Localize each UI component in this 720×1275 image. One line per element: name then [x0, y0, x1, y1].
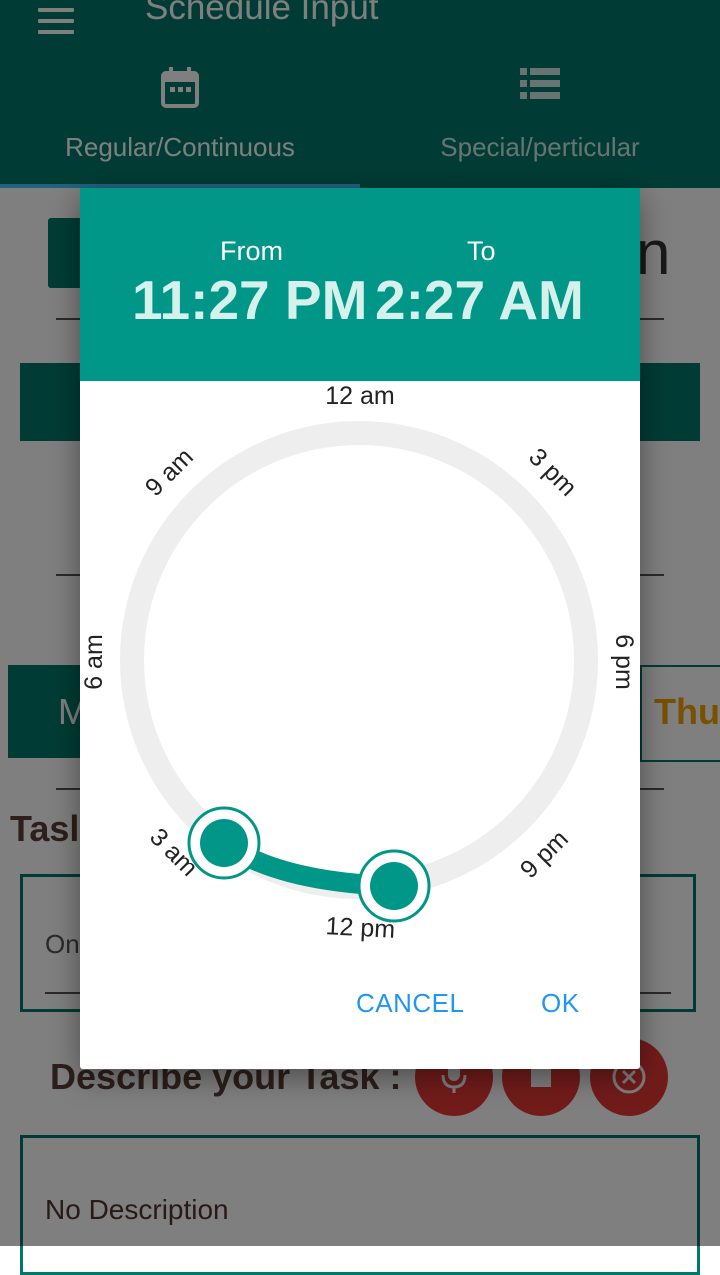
time-range-picker-dialog: From To 11:27 PM 2:27 AM 12 am 3 pm 6 pm… — [80, 188, 640, 1069]
dial-label-12am: 12 am — [325, 382, 394, 410]
dial-label-9pm: 9 pm — [515, 825, 574, 884]
start-handle[interactable] — [187, 806, 261, 880]
end-handle[interactable] — [357, 849, 431, 923]
ok-button[interactable]: OK — [541, 988, 580, 1019]
dial-label-12pm: 12 pm — [325, 912, 396, 944]
cancel-button[interactable]: CANCEL — [356, 988, 464, 1019]
dial-label-3pm: 3 pm — [523, 443, 582, 502]
dial-label-6pm: 6 pm — [610, 634, 638, 690]
clock-dial[interactable]: 12 am 3 pm 6 pm 9 pm 12 pm 3 am 6 am 9 a… — [80, 188, 640, 1069]
dial-label-6am: 6 am — [80, 634, 108, 690]
